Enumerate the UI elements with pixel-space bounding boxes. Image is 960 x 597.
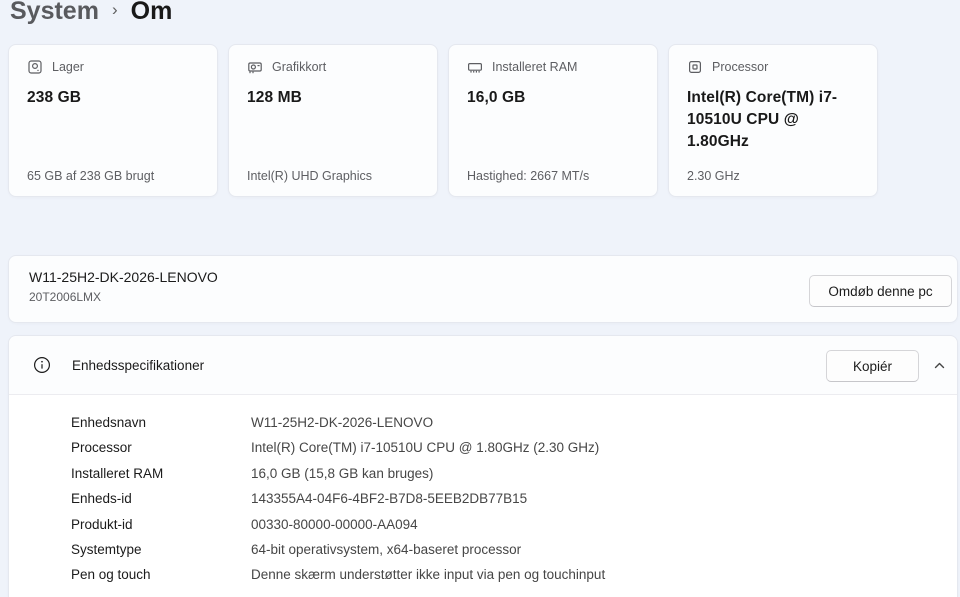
spec-row-processor: Processor Intel(R) Core(TM) i7-10510U CP… [71,435,957,460]
card-caption: Hastighed: 2667 MT/s [467,169,590,183]
info-icon [33,356,51,374]
spec-value: 64-bit operativsystem, x64-baseret proce… [251,541,522,557]
spec-value: W11-25H2-DK-2026-LENOVO [251,415,434,430]
spec-value: Denne skærm understøtter ikke input via … [251,567,606,583]
spec-label: Enhedsnavn [71,415,147,430]
copy-button[interactable]: Kopiér [826,350,919,382]
cpu-icon [687,59,703,75]
card-graphics-header: Grafikkort [247,59,419,75]
gpu-icon [247,59,263,75]
card-graphics[interactable]: Grafikkort 128 MB Intel(R) UHD Graphics [228,44,438,197]
spec-label: Processor [71,440,132,456]
card-storage-header: Lager [27,59,199,75]
spec-value: Intel(R) Core(TM) i7-10510U CPU @ 1.80GH… [251,440,600,456]
breadcrumb-system[interactable]: System [10,0,99,28]
card-storage[interactable]: Lager 238 GB 65 GB af 238 GB brugt [8,44,218,197]
card-ram-header: Installeret RAM [467,59,639,75]
card-ram[interactable]: Installeret RAM 16,0 GB Hastighed: 2667 … [448,44,658,197]
card-value: Intel(R) Core(TM) i7-10510U CPU @ 1.80GH… [687,89,838,150]
device-name: W11-25H2-DK-2026-LENOVO [29,269,218,285]
card-label: Installeret RAM [492,60,578,74]
card-label: Lager [52,60,84,74]
device-specs-table: Enhedsnavn W11-25H2-DK-2026-LENOVO Proce… [9,395,957,588]
spec-value: 16,0 GB (15,8 GB kan bruges) [251,465,434,481]
device-model: 20T2006LMX [29,290,102,304]
card-value: 238 GB [27,89,82,106]
spec-label: Pen og touch [71,567,151,583]
spec-row-system-type: Systemtype 64-bit operativsystem, x64-ba… [71,537,957,562]
summary-cards: Lager 238 GB 65 GB af 238 GB brugt Grafi… [8,44,878,197]
storage-icon [27,59,43,75]
spec-row-device-id: Enheds-id 143355A4-04F6-4BF2-B7D8-5EEB2D… [71,486,957,511]
chevron-up-icon[interactable] [932,358,947,373]
device-specs-expander: Enhedsspecifikationer Kopiér Enhedsnavn … [8,335,958,597]
card-processor[interactable]: Processor Intel(R) Core(TM) i7-10510U CP… [668,44,878,197]
spec-label: Enheds-id [71,491,132,507]
card-label: Processor [712,60,769,74]
card-value: 128 MB [247,89,302,106]
card-caption: 2.30 GHz [687,169,740,183]
breadcrumb: System › Om [10,0,172,28]
spec-row-device-name: Enhedsnavn W11-25H2-DK-2026-LENOVO [71,410,957,435]
spec-label: Produkt-id [71,516,133,532]
settings-about-page: System › Om Lager 238 GB 65 GB af 238 GB… [0,0,960,597]
card-label: Grafikkort [272,60,327,74]
device-name-card: W11-25H2-DK-2026-LENOVO 20T2006LMX Omdøb… [8,255,958,323]
spec-label: Installeret RAM [71,465,164,481]
spec-row-ram: Installeret RAM 16,0 GB (15,8 GB kan bru… [71,461,957,486]
spec-value: 00330-80000-00000-AA094 [251,516,418,532]
device-specs-header[interactable]: Enhedsspecifikationer Kopiér [9,336,957,395]
card-caption: 65 GB af 238 GB brugt [27,169,155,183]
rename-pc-button[interactable]: Omdøb denne pc [809,275,952,307]
spec-value: 143355A4-04F6-4BF2-B7D8-5EEB2DB77B15 [251,491,528,507]
ram-icon [467,59,483,75]
breadcrumb-separator-icon: › [111,0,118,19]
spec-row-product-id: Produkt-id 00330-80000-00000-AA094 [71,512,957,537]
spec-label: Systemtype [71,541,142,557]
spec-row-pen-touch: Pen og touch Denne skærm understøtter ik… [71,562,957,587]
device-specs-title: Enhedsspecifikationer [72,357,205,373]
card-value: 16,0 GB [467,89,526,106]
card-processor-header: Processor [687,59,859,75]
card-caption: Intel(R) UHD Graphics [247,169,373,183]
page-title: Om [130,0,173,25]
